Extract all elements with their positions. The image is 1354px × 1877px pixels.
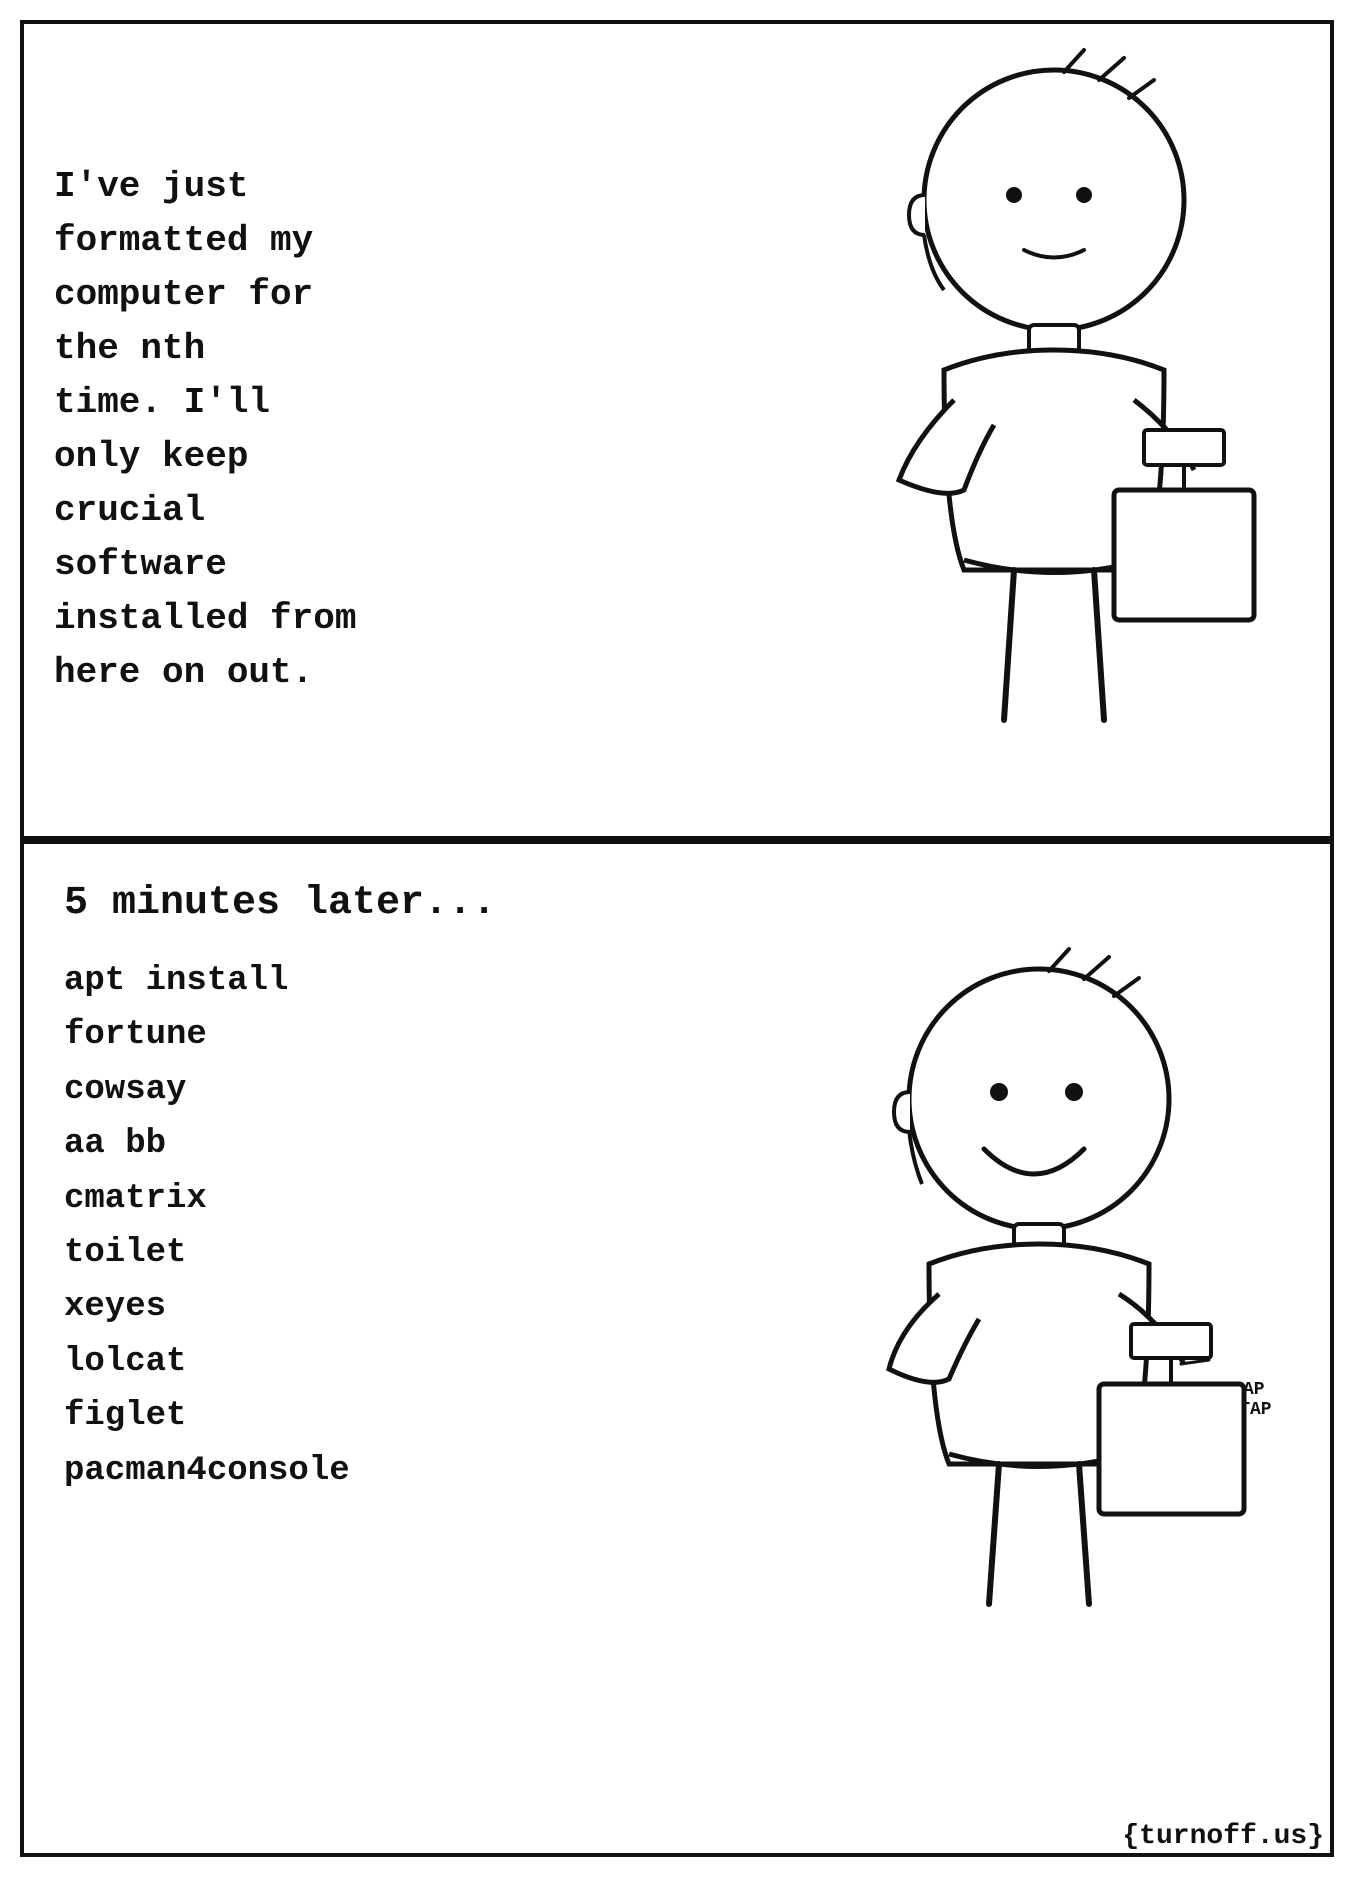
panel-2-content: apt install fortune cowsay aa bb cmatrix… [24, 944, 1330, 1853]
panel-1-character-svg [744, 40, 1264, 820]
panel-1-text: I've just formatted my computer for the … [24, 120, 677, 740]
panel-2-character-area: TAP TAP TAP TAP TAP TAP [677, 944, 1330, 1664]
panel-2-character-svg: TAP TAP TAP TAP TAP TAP [744, 944, 1264, 1664]
watermark: {turnoff.us} [1122, 1821, 1324, 1852]
panel-2: 5 minutes later... apt install fortune c… [20, 840, 1334, 1857]
panel-2-header: 5 minutes later... [24, 844, 1330, 944]
panel-2-commands: apt install fortune cowsay aa bb cmatrix… [24, 944, 677, 1538]
panel-1-character-area [677, 24, 1330, 836]
panel-2-header-text: 5 minutes later... [64, 874, 1290, 934]
comic-page: I've just formatted my computer for the … [0, 0, 1354, 1877]
panel-1: I've just formatted my computer for the … [20, 20, 1334, 840]
